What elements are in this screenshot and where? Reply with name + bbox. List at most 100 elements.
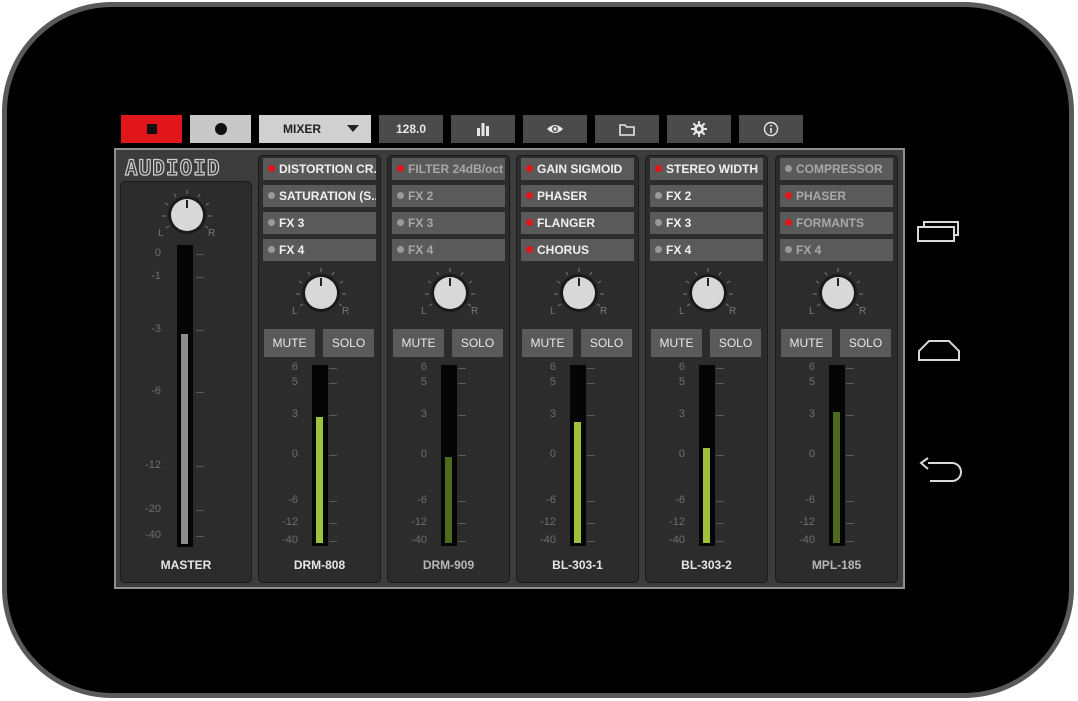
view-select-value: MIXER <box>283 122 322 136</box>
pan-knob[interactable]: LR <box>679 266 736 323</box>
scale-label: -12 <box>540 516 556 528</box>
scale-label: 3 <box>678 408 685 420</box>
stop-button[interactable] <box>121 115 182 143</box>
fx-slot-button[interactable]: FLANGER <box>521 212 634 234</box>
view-select[interactable]: MIXER <box>259 115 371 143</box>
master-pan-knob[interactable]: L R <box>158 188 216 245</box>
info-button[interactable] <box>739 115 803 143</box>
open-folder-button[interactable] <box>595 115 659 143</box>
pan-right-label: R <box>208 228 216 239</box>
solo-button[interactable]: SOLO <box>581 329 632 357</box>
solo-button[interactable]: SOLO <box>452 329 503 357</box>
fx-slot-button[interactable]: FX 4 <box>392 239 505 261</box>
fx-slot-label: DISTORTION CR... <box>279 162 376 176</box>
settings-button[interactable] <box>667 115 731 143</box>
gear-icon <box>691 121 707 137</box>
scale-label: 5 <box>549 376 556 388</box>
master-scale-tick <box>196 536 204 537</box>
pan-knob[interactable]: LR <box>809 266 867 323</box>
pan-knob[interactable]: LR <box>421 266 478 323</box>
pan-left-label: L <box>421 306 427 317</box>
level-meter[interactable] <box>829 365 845 546</box>
scale-label: 6 <box>420 361 427 373</box>
fx-slot-button[interactable]: PHASER <box>780 185 893 207</box>
fx-status-led <box>268 219 275 226</box>
fx-slot-button[interactable]: FX 2 <box>392 185 505 207</box>
solo-button[interactable]: SOLO <box>840 329 891 357</box>
mute-button[interactable]: MUTE <box>781 329 832 357</box>
fx-slot-button[interactable]: FX 3 <box>263 212 376 234</box>
fx-slot-button[interactable]: FX 4 <box>780 239 893 261</box>
fx-slot-button[interactable]: DISTORTION CR... <box>263 158 376 180</box>
fx-slot-label: SATURATION (S... <box>279 189 376 203</box>
fx-slot-label: PHASER <box>796 189 847 203</box>
pan-left-label: L <box>158 228 164 239</box>
level-meter[interactable] <box>312 365 328 546</box>
fx-slot-button[interactable]: FX 3 <box>392 212 505 234</box>
app-logo: AUDIOID <box>124 155 246 180</box>
mute-button[interactable]: MUTE <box>522 329 573 357</box>
fx-slot-button[interactable]: FX 3 <box>650 212 763 234</box>
mute-button[interactable]: MUTE <box>651 329 702 357</box>
scale-label: 0 <box>678 448 685 460</box>
master-scale-tick <box>196 510 204 511</box>
scale-tick <box>716 368 724 369</box>
master-scale-tick <box>196 466 204 467</box>
level-meter[interactable] <box>699 365 715 546</box>
scale-label: 0 <box>549 448 556 460</box>
fx-status-led <box>785 192 792 199</box>
pan-right-label: R <box>600 306 608 317</box>
fx-status-led <box>268 192 275 199</box>
fx-status-led <box>397 165 404 172</box>
fx-slot-button[interactable]: CHORUS <box>521 239 634 261</box>
recent-apps-icon[interactable] <box>916 218 962 249</box>
info-icon <box>763 121 779 137</box>
solo-button[interactable]: SOLO <box>710 329 761 357</box>
pan-right-label: R <box>859 306 867 317</box>
fx-slot-button[interactable]: FX 4 <box>263 239 376 261</box>
fx-slot-button[interactable]: COMPRESSOR <box>780 158 893 180</box>
fx-slot-button[interactable]: PHASER <box>521 185 634 207</box>
fx-slot-button[interactable]: FX 2 <box>650 185 763 207</box>
master-meter[interactable] <box>177 245 193 547</box>
fx-slot-label: FILTER 24dB/oct <box>408 162 504 176</box>
fx-status-led <box>268 246 275 253</box>
scale-tick <box>329 368 337 369</box>
mute-button[interactable]: MUTE <box>264 329 315 357</box>
master-scale-tick <box>196 392 204 393</box>
fx-slot-button[interactable]: FORMANTS <box>780 212 893 234</box>
fx-slot-label: PHASER <box>537 189 588 203</box>
record-button[interactable] <box>190 115 251 143</box>
level-meter[interactable] <box>570 365 586 546</box>
svg-text:AUDIOID: AUDIOID <box>125 156 221 179</box>
fx-slot-button[interactable]: GAIN SIGMOID <box>521 158 634 180</box>
fx-slot-button[interactable]: FILTER 24dB/oct <box>392 158 505 180</box>
equalizer-button[interactable] <box>451 115 515 143</box>
scale-tick <box>329 415 337 416</box>
fx-slot-label: FX 3 <box>666 216 692 230</box>
channel-name: MPL-185 <box>811 558 862 572</box>
pan-knob[interactable]: LR <box>292 266 349 323</box>
scale-tick <box>458 415 466 416</box>
scale-tick <box>846 415 854 416</box>
level-meter[interactable] <box>441 365 457 546</box>
back-icon[interactable] <box>916 455 966 490</box>
fx-slot-label: STEREO WIDTH <box>666 162 758 176</box>
solo-button[interactable]: SOLO <box>323 329 374 357</box>
tempo-button[interactable]: 128.0 <box>379 115 443 143</box>
channel-strip: COMPRESSOR PHASER FORMANTS FX 4 L R MUTE SOLO 6 5… <box>775 155 898 583</box>
meter-level <box>574 422 581 543</box>
home-icon[interactable] <box>916 337 962 368</box>
master-scale-label: -1 <box>151 270 161 282</box>
fx-slot-button[interactable]: SATURATION (S... <box>263 185 376 207</box>
scale-tick <box>587 383 595 384</box>
scale-label: -40 <box>799 534 815 546</box>
visibility-button[interactable] <box>523 115 587 143</box>
mute-button[interactable]: MUTE <box>393 329 444 357</box>
master-channel-strip: L R 0 -1 -3 -6 -12 -20 -40 MASTER <box>120 181 252 583</box>
master-scale-label: -12 <box>145 459 161 471</box>
record-icon <box>214 122 228 136</box>
fx-slot-button[interactable]: FX 4 <box>650 239 763 261</box>
fx-slot-button[interactable]: STEREO WIDTH <box>650 158 763 180</box>
pan-knob[interactable]: LR <box>550 266 608 323</box>
